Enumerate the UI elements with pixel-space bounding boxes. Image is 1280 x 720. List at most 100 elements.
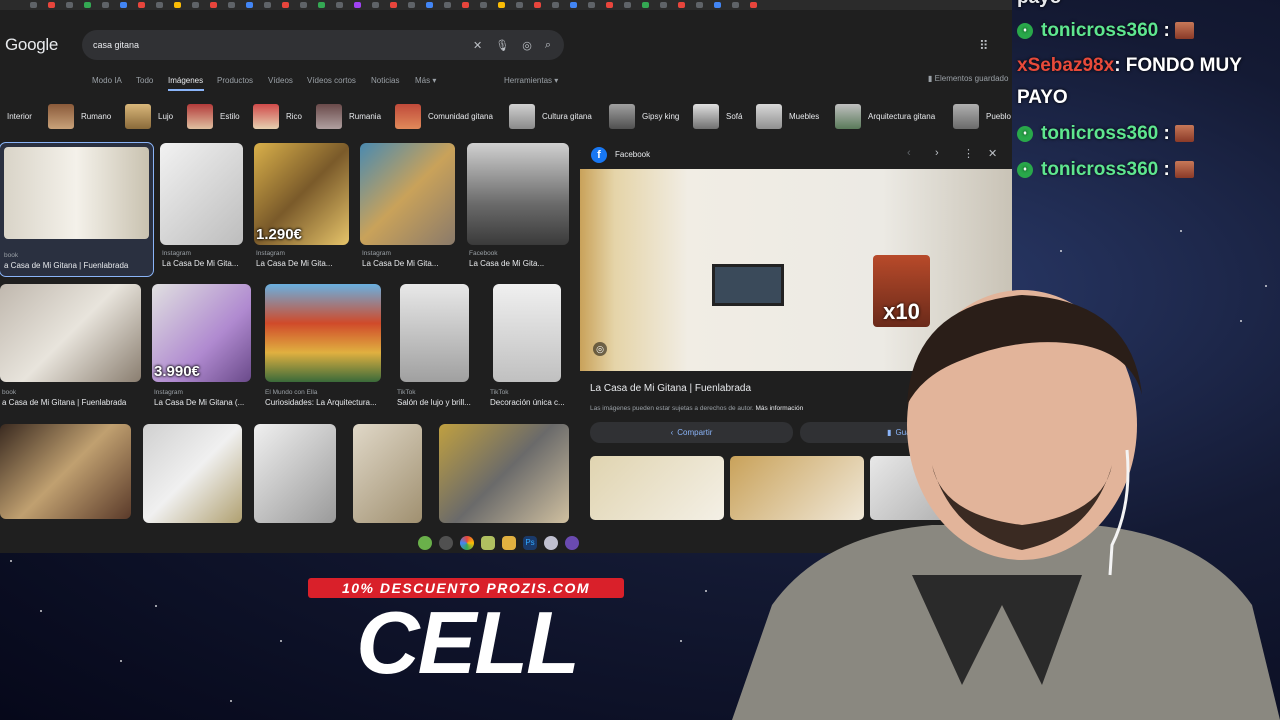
result-source: TikTok <box>490 389 509 396</box>
result-source: Instagram <box>362 250 391 257</box>
related-image[interactable] <box>590 456 724 520</box>
emote-icon <box>1175 161 1195 179</box>
search-box[interactable]: casa gitana ✕ 🎙 ◎ ⌕ <box>82 30 564 60</box>
previous-icon[interactable]: ‹ <box>907 147 911 159</box>
chat-message: ♦ tonicross360 : <box>1017 123 1195 145</box>
active-tab-indicator <box>168 89 204 91</box>
tab-modo-ia[interactable]: Modo IA <box>92 76 122 85</box>
chip-estilo[interactable]: Estilo <box>187 103 240 130</box>
image-result[interactable] <box>360 143 455 245</box>
tab-videos-cortos[interactable]: Vídeos cortos <box>307 76 356 85</box>
photoshop-icon[interactable]: Ps <box>523 535 537 550</box>
image-result[interactable] <box>400 284 469 382</box>
result-source: book <box>4 252 19 259</box>
image-result-selected[interactable]: book a Casa de Mi Gitana | Fuenlabrada <box>0 142 154 277</box>
tab-todo[interactable]: Todo <box>136 76 153 85</box>
chip-lujo[interactable]: Lujo <box>125 103 173 130</box>
lens-icon[interactable]: ◎ <box>522 39 532 52</box>
app-icon[interactable] <box>439 535 453 550</box>
chat-username: tonicross360 <box>1041 123 1159 144</box>
stream-chat: payo ♦ tonicross360 : xSebaz98x: FONDO MU… <box>1012 0 1280 200</box>
image-result[interactable] <box>493 284 561 382</box>
chat-message: ♦ tonicross360 : <box>1017 20 1195 42</box>
chip-arquitectura-gitana[interactable]: Arquitectura gitana <box>835 103 935 130</box>
chip-sofa[interactable]: Sofá <box>693 103 742 130</box>
saved-items-link[interactable]: ▮ Elementos guardado <box>928 74 1008 83</box>
chip-label: Pueblo <box>986 112 1011 121</box>
chip-comunidad-gitana[interactable]: Comunidad gitana <box>395 103 493 130</box>
app-icon[interactable] <box>481 535 495 550</box>
chat-message-continuation: PAYO <box>1017 87 1068 109</box>
streamer-webcam <box>732 290 1280 720</box>
chat-username: tonicross360 <box>1041 20 1159 41</box>
chip-label: Estilo <box>220 112 240 121</box>
clear-icon[interactable]: ✕ <box>473 39 482 52</box>
price-label: 1.290€ <box>256 226 302 243</box>
chip-label: Cultura gitana <box>542 112 592 121</box>
preview-source[interactable]: Facebook <box>615 150 650 159</box>
user-badge-icon: ♦ <box>1017 125 1033 142</box>
tab-videos[interactable]: Vídeos <box>268 76 293 85</box>
chip-cultura-gitana[interactable]: Cultura gitana <box>509 103 592 130</box>
chip-thumbnail <box>756 104 782 129</box>
dock: Ps <box>418 533 579 552</box>
chip-rumano[interactable]: Rumano <box>48 103 111 130</box>
next-icon[interactable]: › <box>935 147 939 159</box>
chip-label: Comunidad gitana <box>428 112 493 121</box>
image-result[interactable]: 3.990€ <box>152 284 251 382</box>
apps-grid-icon[interactable]: ⠿ <box>979 38 989 54</box>
close-icon[interactable]: ✕ <box>988 147 997 160</box>
image-result[interactable]: 1.290€ <box>254 143 349 245</box>
image-result[interactable] <box>0 284 141 382</box>
chip-rumania[interactable]: Rumania <box>316 103 381 130</box>
chip-pueblo[interactable]: Pueblo <box>953 103 1011 130</box>
result-source: TikTok <box>397 389 416 396</box>
image-result[interactable] <box>0 424 131 519</box>
image-result[interactable] <box>265 284 381 382</box>
result-thumbnail <box>4 147 149 239</box>
google-logo[interactable]: Google <box>5 35 58 55</box>
preview-title[interactable]: La Casa de Mi Gitana | Fuenlabrada <box>590 383 751 394</box>
microphone-icon[interactable]: 🎙 <box>495 39 509 52</box>
chat-text: : <box>1158 123 1170 144</box>
chat-message: payo <box>1017 0 1061 9</box>
chat-username: tonicross360 <box>1041 159 1159 180</box>
chip-rico[interactable]: Rico <box>253 103 302 130</box>
chip-thumbnail <box>609 104 635 129</box>
image-result[interactable] <box>160 143 243 245</box>
image-result[interactable] <box>439 424 569 523</box>
chip-label: Interior <box>7 112 32 121</box>
search-icon[interactable]: ⌕ <box>545 39 551 52</box>
chip-muebles[interactable]: Muebles <box>756 103 819 130</box>
more-options-icon[interactable]: ⋮ <box>963 147 974 160</box>
tab-productos[interactable]: Productos <box>217 76 253 85</box>
lens-icon[interactable]: ◎ <box>593 342 607 356</box>
image-result[interactable] <box>143 424 242 523</box>
tab-mas[interactable]: Más ▾ <box>415 76 436 85</box>
app-icon[interactable] <box>565 535 579 550</box>
copyright-text: Las imágenes pueden estar sujetas a dere… <box>590 405 754 412</box>
app-icon[interactable] <box>544 535 558 550</box>
chat-message: ♦ tonicross360 : <box>1017 159 1195 181</box>
emote-icon <box>1175 125 1195 143</box>
tools-button[interactable]: Herramientas ▾ <box>504 76 558 85</box>
image-result[interactable] <box>467 143 569 245</box>
tab-noticias[interactable]: Noticias <box>371 76 399 85</box>
image-result[interactable] <box>254 424 336 523</box>
chip-gipsy-king[interactable]: Gipsy king <box>609 103 679 130</box>
tab-imagenes[interactable]: Imágenes <box>168 76 203 85</box>
image-result[interactable] <box>353 424 422 523</box>
chip-label: Arquitectura gitana <box>868 112 936 121</box>
chip-interior[interactable]: Interior <box>7 103 32 130</box>
chip-label: Rumano <box>81 112 112 121</box>
folder-icon[interactable] <box>502 535 516 550</box>
search-input[interactable]: casa gitana <box>93 40 473 50</box>
saved-items-label: Elementos guardado <box>934 74 1009 83</box>
chat-username: xSebaz98x <box>1017 55 1115 76</box>
spotify-icon[interactable] <box>418 535 432 550</box>
chrome-icon[interactable] <box>460 535 474 550</box>
chip-label: Muebles <box>789 112 820 121</box>
chat-username: payo <box>1017 0 1061 8</box>
brand-logo: CELL <box>356 593 580 692</box>
result-caption: Curiosidades: La Arquitectura... <box>265 398 377 407</box>
